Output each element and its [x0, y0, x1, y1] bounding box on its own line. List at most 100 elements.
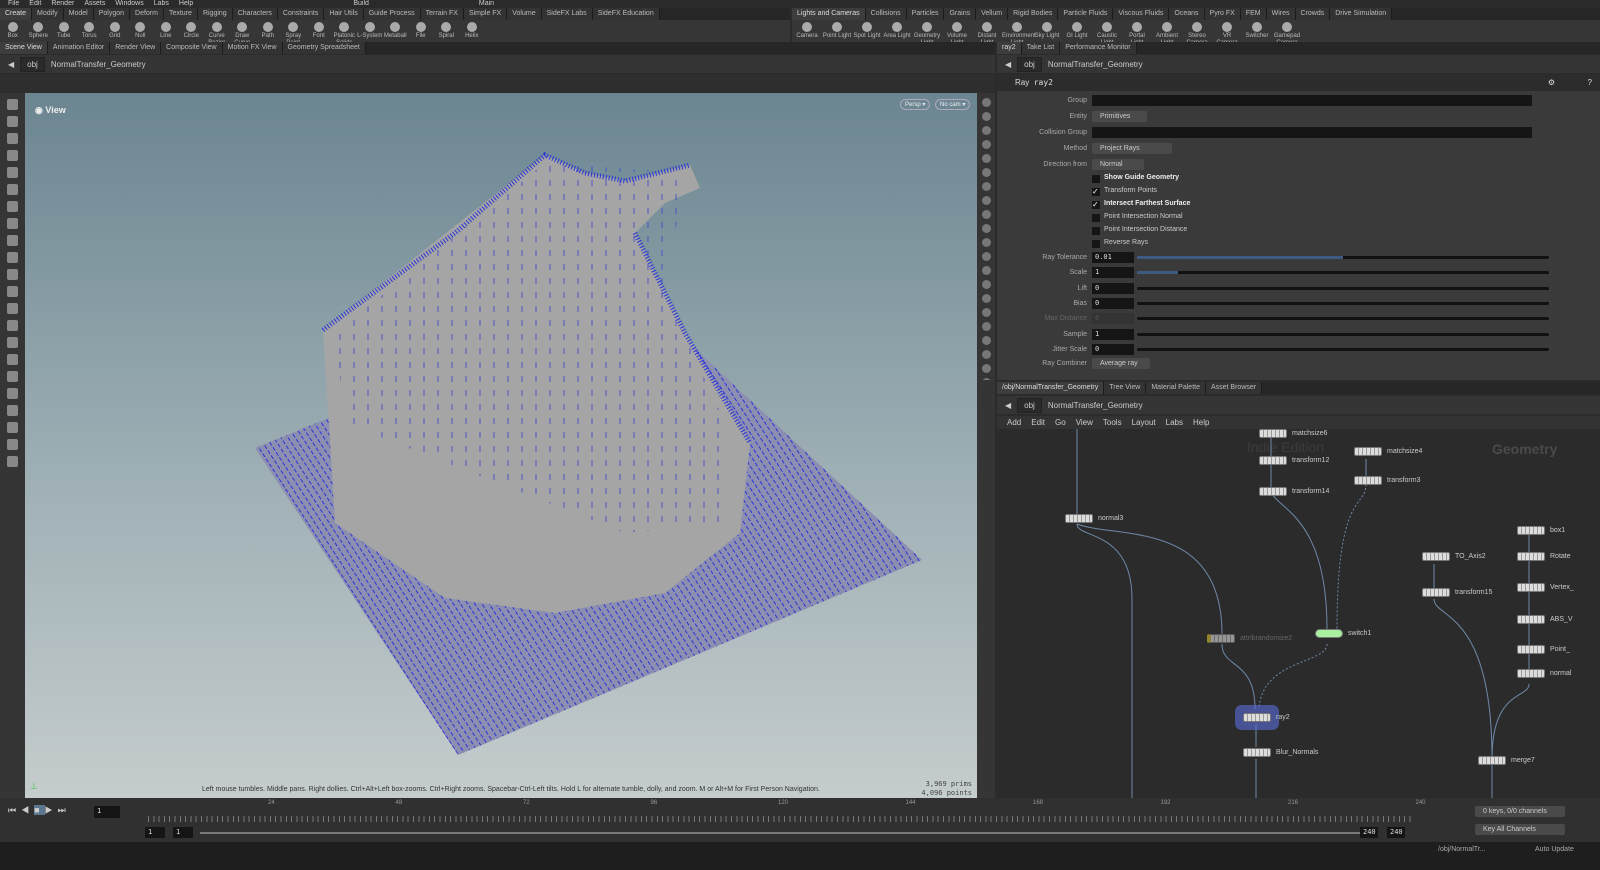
tool-icon[interactable] [7, 167, 18, 178]
network-editor[interactable]: Indie Edition Geometry matchsize6 transfo… [997, 429, 1600, 798]
path-node[interactable]: NormalTransfer_Geometry [51, 60, 146, 69]
tool-icon[interactable] [7, 235, 18, 246]
tool-point-light[interactable]: Point Light [822, 20, 852, 40]
tab-render-view[interactable]: Render View [110, 42, 162, 54]
checkbox-transform-points[interactable]: ✓ [1092, 188, 1100, 196]
tab-tree-view[interactable]: Tree View [1104, 382, 1147, 394]
tab-grains[interactable]: Grains [944, 8, 977, 20]
display-option-icon[interactable] [981, 350, 991, 359]
tool-icon[interactable] [7, 218, 18, 229]
tab-fem[interactable]: FEM [1240, 8, 1267, 20]
tab-characters[interactable]: Characters [232, 8, 278, 20]
display-option-icon[interactable] [981, 126, 991, 135]
auto-update[interactable]: Auto Update [1535, 846, 1574, 853]
network-menu-go[interactable]: Go [1055, 416, 1066, 429]
display-option-icon[interactable] [981, 168, 991, 177]
network-menu-help[interactable]: Help [1193, 416, 1209, 429]
tool-gi-light[interactable]: GI Light [1062, 20, 1092, 40]
status-path[interactable]: /obj/NormalTr... [1438, 846, 1486, 853]
tab-polygon[interactable]: Polygon [93, 8, 131, 20]
menu-labs[interactable]: Labs [154, 0, 169, 8]
tool-icon[interactable] [7, 337, 18, 348]
tool-font[interactable]: Font [306, 20, 332, 40]
tab-hair-utils[interactable]: Hair Utils [324, 8, 364, 20]
tab-geometry-spreadsheet[interactable]: Geometry Spreadsheet [282, 42, 366, 54]
last-frame-icon[interactable]: ⏭ [58, 805, 71, 815]
tool-icon[interactable] [7, 269, 18, 280]
tool-line[interactable]: Line [153, 20, 179, 40]
node-attribrandomize2[interactable] [1207, 634, 1235, 643]
display-option-icon[interactable] [981, 196, 991, 205]
tab-rigging[interactable]: Rigging [197, 8, 233, 20]
tool-icon[interactable] [7, 303, 18, 314]
tool-icon[interactable] [7, 371, 18, 382]
tab-drive-simulation[interactable]: Drive Simulation [1330, 8, 1393, 20]
param-slider[interactable] [1137, 332, 1549, 336]
tab-sidefx-education[interactable]: SideFX Education [592, 8, 660, 20]
context-menu[interactable]: Main [479, 0, 494, 8]
param-value[interactable]: 0.01 [1092, 252, 1134, 263]
checkbox-show-guide-geometry[interactable] [1092, 175, 1100, 183]
param-value[interactable]: 0 [1092, 313, 1134, 325]
param-value[interactable]: 0 [1092, 343, 1134, 355]
tab-collisions[interactable]: Collisions [865, 8, 907, 20]
tab-create[interactable]: Create [0, 8, 33, 20]
tool-metaball[interactable]: Metaball [383, 20, 409, 40]
checkbox-intersect-farthest-surface[interactable]: ✓ [1092, 201, 1100, 209]
menu-windows[interactable]: Windows [115, 0, 143, 8]
checkbox-point-intersection-distance[interactable] [1092, 227, 1100, 235]
tool-icon[interactable] [7, 184, 18, 195]
path-root[interactable]: obj [20, 56, 45, 72]
param-slider[interactable] [1137, 256, 1549, 259]
tab-motion-fx-view[interactable]: Motion FX View [222, 42, 283, 54]
display-option-icon[interactable] [981, 98, 991, 107]
tab-volume[interactable]: Volume [507, 8, 542, 20]
tool-icon[interactable] [7, 320, 18, 331]
display-option-icon[interactable] [981, 336, 991, 345]
start-frame[interactable]: 1 [145, 827, 165, 838]
display-option-icon[interactable] [981, 322, 991, 331]
param-slider[interactable] [1137, 317, 1549, 321]
param-value[interactable]: 1 [1092, 328, 1134, 340]
tool-icon[interactable] [7, 286, 18, 297]
tab-lights-and-cameras[interactable]: Lights and Cameras [792, 8, 866, 20]
tab-animation-editor[interactable]: Animation Editor [47, 42, 111, 54]
viewport[interactable]: ◉ View Persp ▾ No cam ▾ Left mouse tumbl… [25, 93, 977, 798]
ray-combiner-menu[interactable]: Average ray [1092, 358, 1150, 369]
node-ray2[interactable] [1243, 713, 1271, 722]
tool-icon[interactable] [7, 133, 18, 144]
group-field[interactable] [1092, 95, 1532, 106]
tool-icon[interactable] [7, 150, 18, 161]
tool-camera[interactable]: Camera [792, 20, 822, 40]
tool-sky-light[interactable]: Sky Light [1032, 20, 1062, 40]
tool-null[interactable]: Null [128, 20, 154, 40]
network-menu-edit[interactable]: Edit [1031, 416, 1045, 429]
menu-file[interactable]: File [8, 0, 19, 8]
method-menu[interactable]: Project Rays [1092, 143, 1172, 154]
tab-sidefx-labs[interactable]: SideFX Labs [541, 8, 593, 20]
menu-edit[interactable]: Edit [29, 0, 41, 8]
help-icon[interactable]: ? [1588, 75, 1592, 91]
tab-composite-view[interactable]: Composite View [161, 42, 223, 54]
tab-particle-fluids[interactable]: Particle Fluids [1058, 8, 1114, 20]
tab-deform[interactable]: Deform [130, 8, 164, 20]
range-slider[interactable] [200, 832, 1360, 834]
keys-info[interactable]: 0 keys, 0/0 channels [1475, 806, 1565, 817]
node-merge7[interactable] [1478, 756, 1506, 765]
key-all-channels[interactable]: Key All Channels [1475, 824, 1565, 835]
param-value[interactable]: 1 [1092, 267, 1134, 279]
display-option-icon[interactable] [981, 308, 991, 317]
end-frame[interactable]: 240 [1360, 827, 1378, 838]
tab--obj-normaltransfer-geometry[interactable]: /obj/NormalTransfer_Geometry [997, 382, 1105, 394]
network-menu-layout[interactable]: Layout [1132, 416, 1156, 429]
play-icon[interactable]: ▶ [45, 805, 58, 815]
tool-icon[interactable] [7, 388, 18, 399]
tool-circle[interactable]: Circle [179, 20, 205, 40]
tool-tube[interactable]: Tube [51, 20, 77, 40]
tool-grid[interactable]: Grid [102, 20, 128, 40]
tool-icon[interactable] [7, 116, 18, 127]
display-option-icon[interactable] [981, 182, 991, 191]
network-menu-add[interactable]: Add [1007, 416, 1021, 429]
tool-spiral[interactable]: Spiral [434, 20, 460, 40]
tool-spot-light[interactable]: Spot Light [852, 20, 882, 40]
